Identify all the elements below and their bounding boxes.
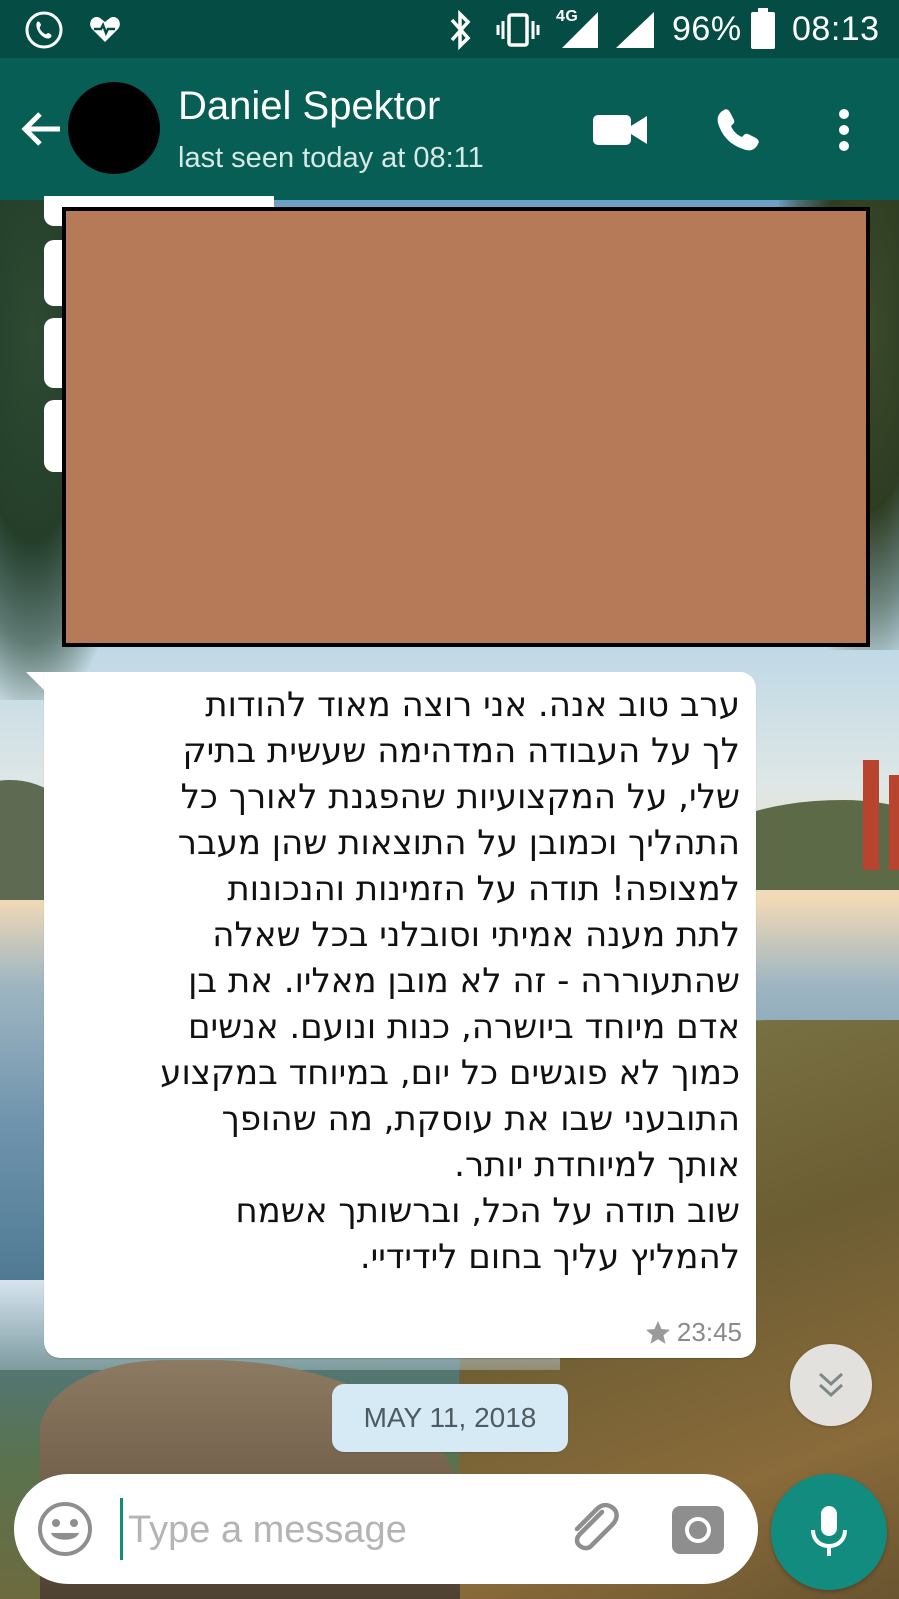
attach-button[interactable] (562, 1498, 624, 1560)
date-divider: MAY 11, 2018 (332, 1384, 568, 1452)
contact-avatar[interactable] (68, 82, 160, 174)
double-chevron-down-icon (818, 1372, 844, 1398)
voice-call-button[interactable] (706, 98, 770, 162)
back-button[interactable] (16, 104, 66, 154)
vibrate-icon (496, 12, 540, 53)
clock: 08:13 (792, 10, 880, 48)
health-icon (88, 14, 122, 49)
message-time: 23:45 (676, 1317, 742, 1347)
message-meta: 23:45 (645, 1317, 742, 1348)
camera-button[interactable] (668, 1500, 728, 1560)
contact-last-seen[interactable]: last seen today at 08:11 (178, 142, 484, 175)
camera-icon (672, 1506, 724, 1554)
text-caret (120, 1498, 123, 1560)
network-type: 4G (556, 8, 579, 25)
battery-icon (750, 8, 776, 55)
arrow-left-icon (21, 112, 60, 146)
whatsapp-icon (22, 8, 66, 57)
signal-icon (614, 10, 658, 55)
wallpaper-bridge (863, 760, 879, 870)
scroll-to-bottom-button[interactable] (790, 1344, 872, 1426)
bluetooth-icon (446, 9, 476, 55)
emoji-icon (38, 1502, 92, 1556)
incoming-message-bubble[interactable]: ערב טוב אנה. אני רוצה מאוד להודות לך על … (44, 672, 756, 1358)
emoji-button[interactable] (36, 1500, 94, 1558)
video-call-button[interactable] (588, 98, 652, 162)
wallpaper-bridge (889, 775, 899, 870)
video-camera-icon (593, 115, 647, 145)
phone-icon (717, 109, 759, 151)
more-vert-icon (839, 109, 849, 151)
message-text: ערב טוב אנה. אני רוצה מאוד להודות לך על … (160, 685, 740, 1277)
redacted-area (62, 207, 870, 647)
star-icon (645, 1320, 670, 1344)
message-composer (14, 1474, 758, 1584)
microphone-icon (811, 1506, 847, 1556)
contact-name[interactable]: Daniel Spektor (178, 84, 440, 129)
message-input[interactable] (126, 1494, 530, 1566)
paperclip-icon (574, 1502, 619, 1551)
voice-message-button[interactable] (771, 1474, 887, 1590)
battery-percent: 96% (672, 10, 742, 48)
menu-button[interactable] (812, 98, 876, 162)
chat-header: Daniel Spektor last seen today at 08:11 (0, 58, 899, 200)
status-bar: 4G 96% 08:13 (0, 0, 899, 58)
